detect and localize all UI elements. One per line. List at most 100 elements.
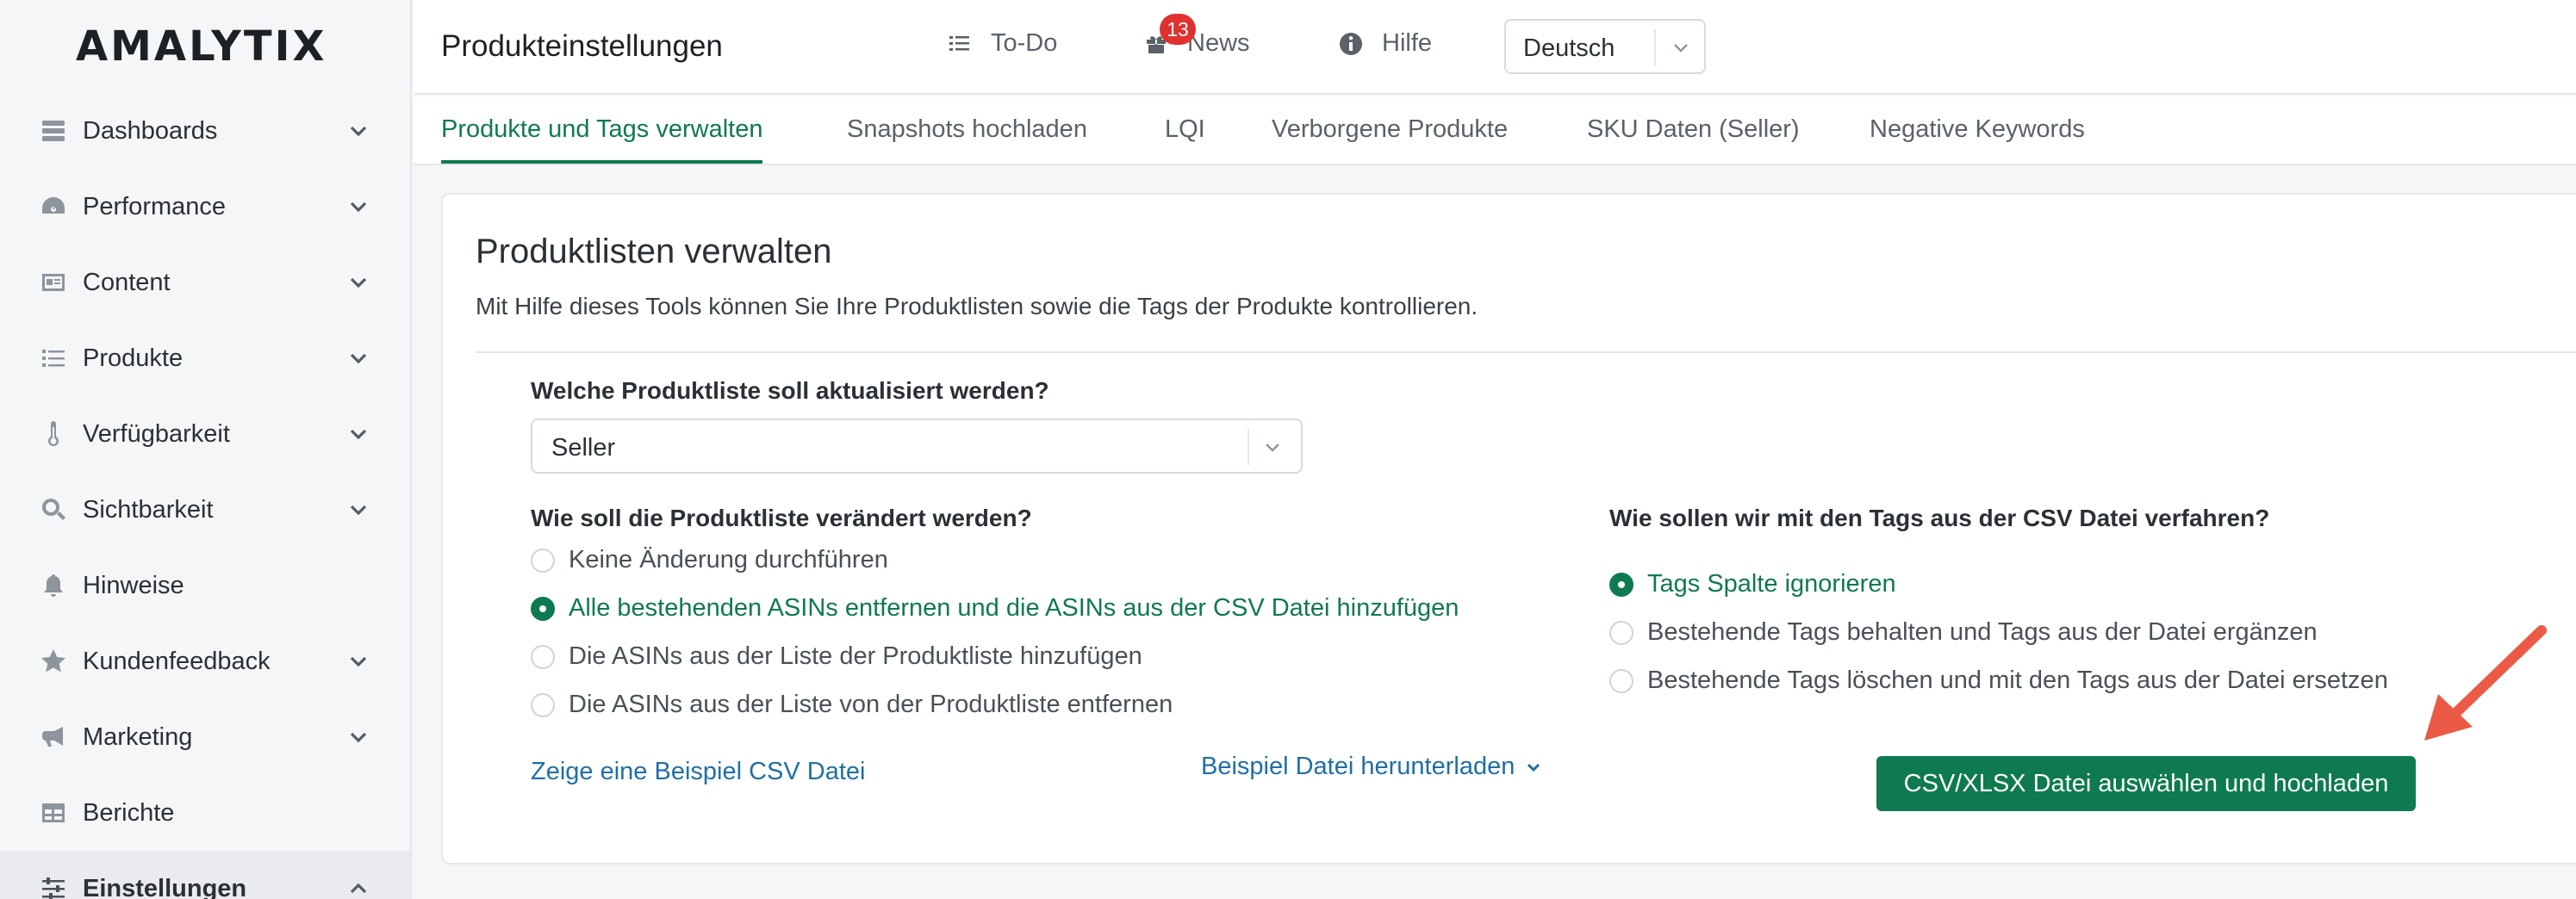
sidebar-item-label: Kundenfeedback bbox=[83, 647, 271, 675]
product-list-card: Produktlisten verwalten Mit Hilfe dieses… bbox=[441, 193, 2576, 865]
sidebar-item-label: Content bbox=[83, 268, 171, 296]
sidebar-item-verfuegbarkeit[interactable]: Verfügbarkeit bbox=[0, 396, 410, 472]
news-label: News bbox=[1187, 29, 1250, 57]
radio-label: Bestehende Tags behalten und Tags aus de… bbox=[1647, 618, 2318, 646]
todo-label: To-Do bbox=[991, 29, 1058, 57]
radio-label: Die ASINs aus der Liste der Produktliste… bbox=[569, 642, 1142, 670]
language-value: Deutsch bbox=[1523, 34, 1615, 62]
sliders-icon bbox=[40, 875, 67, 899]
search-icon bbox=[40, 496, 67, 524]
logo: AMALYTIX bbox=[76, 22, 327, 71]
list-question: Welche Produktliste soll aktualisiert we… bbox=[531, 377, 1049, 404]
change-question: Wie soll die Produktliste verändert werd… bbox=[531, 505, 1032, 531]
sidebar-item-dashboards[interactable]: Dashboards bbox=[0, 93, 410, 169]
divider bbox=[476, 351, 2576, 353]
radio-circle[interactable] bbox=[531, 692, 555, 717]
tab-negative-keywords[interactable]: Negative Keywords bbox=[1870, 115, 2085, 164]
help-label: Hilfe bbox=[1382, 29, 1433, 57]
tab-snapshots[interactable]: Snapshots hochladen bbox=[847, 115, 1087, 164]
sidebar-item-sichtbarkeit[interactable]: Sichtbarkeit bbox=[0, 472, 410, 548]
table-icon bbox=[40, 799, 67, 827]
radio-entfernen[interactable]: Die ASINs aus der Liste von der Produktl… bbox=[531, 691, 1173, 719]
sidebar-item-label: Dashboards bbox=[83, 116, 218, 145]
notification-badge: 13 bbox=[1160, 14, 1196, 45]
chevron-down-icon bbox=[1670, 36, 1692, 59]
tags-question: Wie sollen wir mit den Tags aus der CSV … bbox=[1609, 505, 2270, 531]
tab-bar: Produkte und Tags verwalten Snapshots ho… bbox=[414, 96, 2576, 165]
page-title: Produkteinstellungen bbox=[441, 29, 723, 63]
radio-label: Bestehende Tags löschen und mit den Tags… bbox=[1647, 666, 2388, 694]
top-header: Produkteinstellungen To-Do News 13 Hilfe… bbox=[414, 0, 2576, 95]
chevron-down-icon bbox=[346, 119, 370, 143]
radio-label: Tags Spalte ignorieren bbox=[1647, 570, 1896, 598]
upload-button[interactable]: CSV/XLSX Datei auswählen und hochladen bbox=[1876, 756, 2416, 811]
radio-circle[interactable] bbox=[531, 548, 555, 573]
sidebar-item-label: Verfügbarkeit bbox=[83, 419, 230, 448]
radio-tags-ersetzen[interactable]: Bestehende Tags löschen und mit den Tags… bbox=[1609, 666, 2388, 695]
sidebar-item-kundenfeedback[interactable]: Kundenfeedback bbox=[0, 623, 410, 699]
thermometer-icon bbox=[40, 420, 67, 448]
gauge-icon bbox=[40, 193, 67, 220]
bell-icon bbox=[40, 572, 67, 599]
radio-label: Keine Änderung durchführen bbox=[569, 546, 888, 574]
chevron-down-icon bbox=[346, 422, 370, 446]
help-link[interactable]: Hilfe bbox=[1339, 29, 1432, 58]
tab-lqi[interactable]: LQI bbox=[1165, 115, 1205, 164]
chevron-down-icon bbox=[1528, 764, 1540, 772]
chevron-down-icon bbox=[346, 498, 370, 522]
radio-tags-ergaenzen[interactable]: Bestehende Tags behalten und Tags aus de… bbox=[1609, 618, 2318, 647]
download-example-link[interactable]: Beispiel Datei herunterladen bbox=[1201, 753, 1542, 781]
tab-produkte-und-tags[interactable]: Produkte und Tags verwalten bbox=[441, 115, 763, 164]
sidebar-item-einstellungen[interactable]: Einstellungen bbox=[0, 851, 410, 899]
language-select[interactable]: Deutsch bbox=[1504, 19, 1706, 74]
info-icon bbox=[1340, 32, 1362, 55]
sidebar-item-label: Marketing bbox=[83, 722, 193, 751]
server-icon bbox=[40, 117, 67, 145]
radio-circle[interactable] bbox=[531, 596, 555, 621]
sidebar-item-marketing[interactable]: Marketing bbox=[0, 699, 410, 775]
select-divider bbox=[1248, 429, 1249, 465]
card-description: Mit Hilfe dieses Tools können Sie Ihre P… bbox=[476, 293, 1478, 319]
sidebar-item-hinweise[interactable]: Hinweise bbox=[0, 548, 410, 623]
radio-hinzufuegen[interactable]: Die ASINs aus der Liste der Produktliste… bbox=[531, 642, 1142, 671]
radio-circle[interactable] bbox=[531, 644, 555, 669]
sidebar-item-label: Hinweise bbox=[83, 571, 184, 599]
radio-circle[interactable] bbox=[1609, 572, 1633, 597]
chevron-down-icon bbox=[346, 649, 370, 673]
sidebar-item-content[interactable]: Content bbox=[0, 245, 410, 320]
radio-tags-ignorieren[interactable]: Tags Spalte ignorieren bbox=[1609, 570, 1896, 598]
chevron-down-icon bbox=[346, 270, 370, 294]
sidebar-item-berichte[interactable]: Berichte bbox=[0, 775, 410, 851]
radio-keine-aenderung[interactable]: Keine Änderung durchführen bbox=[531, 546, 888, 574]
sidebar: AMALYTIX Dashboards Performance Content … bbox=[0, 0, 412, 899]
sidebar-item-label: Berichte bbox=[83, 798, 175, 827]
card-title: Produktlisten verwalten bbox=[476, 232, 832, 270]
tab-sku-daten[interactable]: SKU Daten (Seller) bbox=[1587, 115, 1800, 164]
chevron-up-icon bbox=[346, 877, 370, 899]
todo-link[interactable]: To-Do bbox=[948, 29, 1057, 58]
radio-circle[interactable] bbox=[1609, 620, 1633, 645]
product-list-value: Seller bbox=[551, 434, 616, 462]
chevron-down-icon bbox=[346, 346, 370, 370]
annotation-arrow-icon bbox=[2424, 625, 2547, 741]
star-icon bbox=[40, 648, 67, 675]
sidebar-item-label: Produkte bbox=[83, 344, 184, 372]
download-link-label: Beispiel Datei herunterladen bbox=[1201, 753, 1515, 780]
checklist-icon bbox=[949, 35, 969, 51]
radio-circle[interactable] bbox=[1609, 668, 1633, 693]
chevron-down-icon bbox=[1261, 436, 1284, 458]
tab-verborgene-produkte[interactable]: Verborgene Produkte bbox=[1272, 115, 1508, 164]
sidebar-item-produkte[interactable]: Produkte bbox=[0, 320, 410, 396]
radio-label: Alle bestehenden ASINs entfernen und die… bbox=[569, 594, 1459, 622]
chevron-down-icon bbox=[346, 195, 370, 219]
radio-label: Die ASINs aus der Liste von der Produktl… bbox=[569, 691, 1173, 718]
example-csv-link[interactable]: Zeige eine Beispiel CSV Datei bbox=[531, 758, 865, 786]
product-list-select[interactable]: Seller bbox=[531, 418, 1303, 474]
megaphone-icon bbox=[40, 723, 67, 751]
select-divider bbox=[1654, 29, 1656, 65]
sidebar-item-performance[interactable]: Performance bbox=[0, 169, 410, 245]
id-card-icon bbox=[40, 269, 67, 296]
radio-alle-ersetzen[interactable]: Alle bestehenden ASINs entfernen und die… bbox=[531, 594, 1459, 623]
sidebar-item-label: Performance bbox=[83, 192, 227, 220]
sidebar-item-label: Sichtbarkeit bbox=[83, 495, 214, 524]
